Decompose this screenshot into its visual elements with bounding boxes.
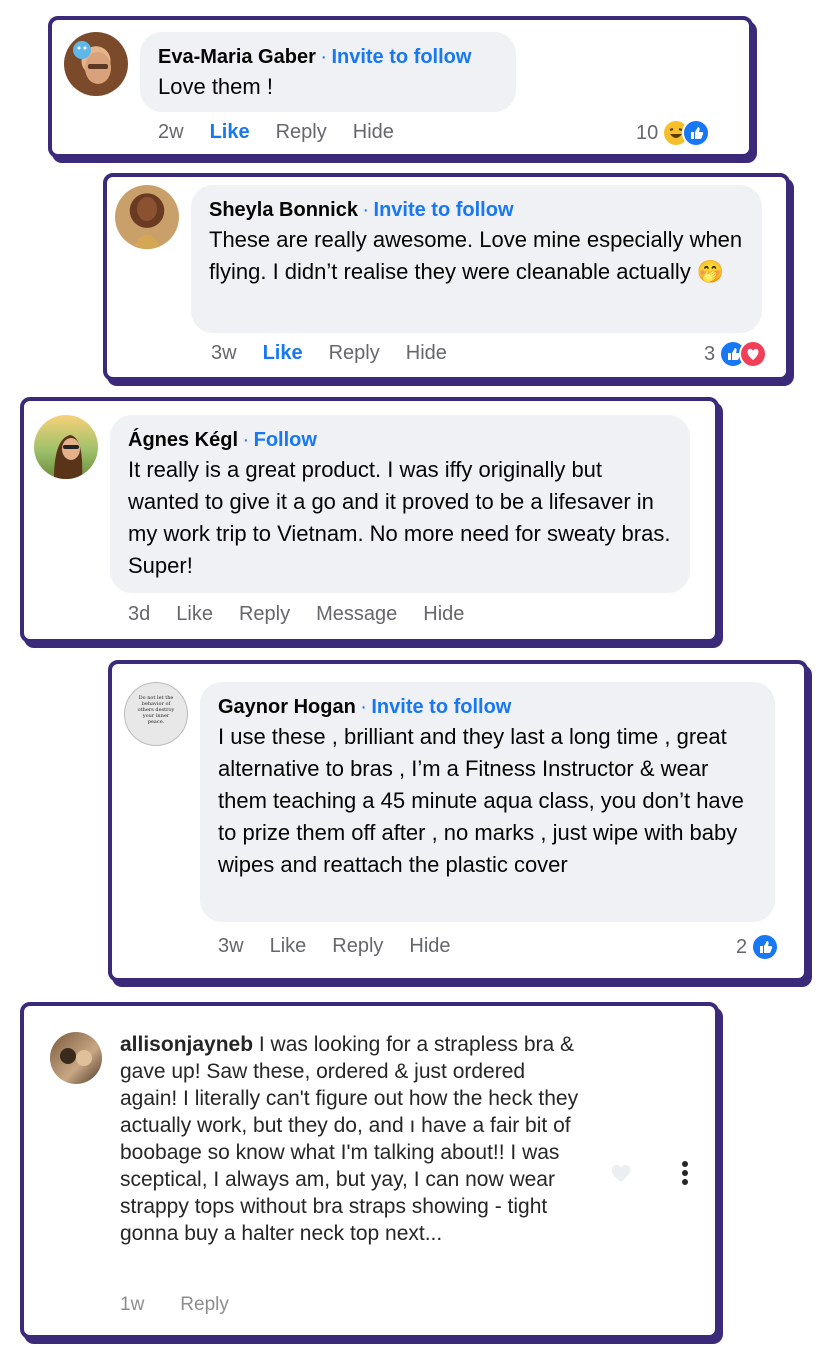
hide-button[interactable]: Hide [409,935,450,958]
hide-button[interactable]: Hide [406,342,447,365]
author-name[interactable]: Gaynor Hogan [218,696,356,718]
comment-card: allisonjayneb I was looking for a strapl… [20,1002,719,1339]
comment-text: I was looking for a strapless bra & gave… [120,1033,579,1245]
author-name[interactable]: Ágnes Kégl [128,429,238,451]
comment-text: Love them ! [158,74,273,99]
comment-actions: 3w Like Reply Hide [218,935,451,958]
avatar[interactable] [115,185,179,249]
separator: · [320,46,327,68]
comment-bubble: Gaynor Hogan · Invite to follow I use th… [200,682,775,922]
like-icon [682,119,711,147]
comment-actions: 1w Reply [120,1294,229,1316]
separator: · [242,429,250,451]
like-button[interactable]: Like [263,342,303,365]
avatar[interactable]: Do not let the behavior of others destro… [124,682,188,746]
author-name[interactable]: Sheyla Bonnick [209,199,358,221]
follow-link[interactable]: Follow [254,429,317,451]
heart-icon[interactable] [609,1162,633,1184]
reply-button[interactable]: Reply [180,1294,229,1316]
comment-bubble: Ágnes Kégl · Follow It really is a great… [110,415,690,593]
hide-button[interactable]: Hide [423,603,464,626]
reply-button[interactable]: Reply [239,603,290,626]
comment-card: Eva-Maria Gaber · Invite to follow Love … [48,16,753,158]
like-icon [751,933,780,961]
reaction-summary[interactable]: 2 [736,933,780,961]
like-button[interactable]: Like [210,121,250,144]
like-button[interactable]: Like [270,935,307,958]
reaction-count: 2 [736,935,748,958]
comment-text: These are really awesome. Love mine espe… [209,227,743,284]
avatar[interactable] [34,415,98,479]
comment-actions: 3w Like Reply Hide [211,342,447,365]
avatar-quote: Do not let the behavior of others destro… [137,695,175,725]
separator: · [360,696,367,718]
timestamp: 3w [211,342,237,364]
reply-button[interactable]: Reply [332,935,383,958]
invite-to-follow-link[interactable]: Invite to follow [374,199,514,221]
reply-button[interactable]: Reply [329,342,380,365]
timestamp: 2w [158,121,184,143]
comment-card: Ágnes Kégl · Follow It really is a great… [20,397,719,643]
reaction-count: 10 [636,121,659,144]
comment-text: It really is a great product. I was iffy… [128,457,671,578]
reply-button[interactable]: Reply [276,121,327,144]
timestamp: 3d [128,603,151,625]
comment-bubble: Sheyla Bonnick · Invite to follow These … [191,185,762,333]
reaction-summary[interactable]: 3 [704,340,768,368]
timestamp: 1w [120,1294,145,1315]
reaction-count: 3 [704,342,716,365]
timestamp: 3w [218,935,244,957]
invite-to-follow-link[interactable]: Invite to follow [371,696,511,718]
comment-card: Sheyla Bonnick · Invite to follow These … [103,173,790,381]
avatar[interactable] [64,32,128,96]
invite-to-follow-link[interactable]: Invite to follow [331,46,471,68]
comment-bubble: Eva-Maria Gaber · Invite to follow Love … [140,32,516,112]
reaction-summary[interactable]: 10 [636,119,711,147]
comment-actions: 2w Like Reply Hide [158,121,394,144]
instagram-comment-text: allisonjayneb I was looking for a strapl… [120,1031,585,1247]
separator: · [362,199,370,221]
avatar[interactable] [50,1032,102,1084]
like-button[interactable]: Like [176,603,213,626]
more-options-icon[interactable] [680,1160,690,1188]
author-name[interactable]: Eva-Maria Gaber [158,46,316,68]
love-icon [739,340,768,368]
author-username[interactable]: allisonjayneb [120,1033,253,1056]
comment-text: I use these , brilliant and they last a … [218,724,744,877]
comment-card: Do not let the behavior of others destro… [108,660,808,982]
message-button[interactable]: Message [316,603,397,626]
comment-actions: 3d Like Reply Message Hide [128,603,464,626]
hide-button[interactable]: Hide [353,121,394,144]
